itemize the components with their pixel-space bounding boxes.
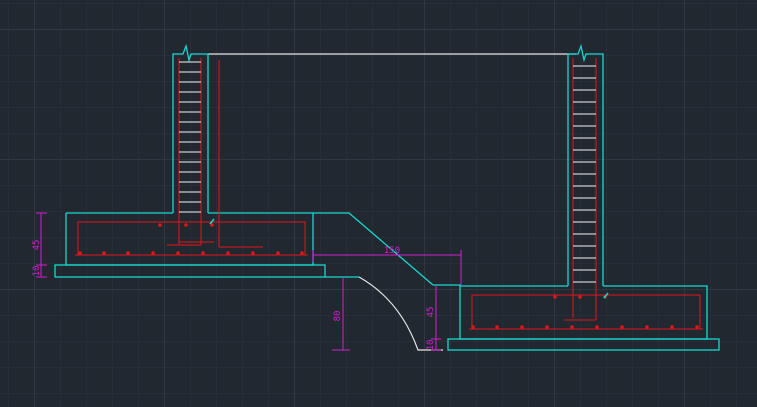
dim-slope-horizontal: 150 xyxy=(384,246,400,256)
dim-right-height: 45 xyxy=(426,307,436,318)
dim-depth: 80 xyxy=(333,311,343,322)
foundation-section-drawing: 45 10 150 80 45 10 xyxy=(32,43,720,351)
dim-left-height: 45 xyxy=(32,240,42,251)
left-footing-outline xyxy=(65,212,434,286)
dimension-lines xyxy=(36,212,462,351)
right-lean-concrete xyxy=(447,338,720,351)
left-rebar xyxy=(75,58,308,256)
left-wall-outline xyxy=(172,43,209,213)
left-rebar-dots xyxy=(78,223,304,255)
right-rebar xyxy=(469,58,703,330)
dim-right-base: 10 xyxy=(426,340,436,351)
right-footing-outline xyxy=(433,284,708,340)
left-stirrups xyxy=(179,61,201,213)
right-rebar-dots xyxy=(471,295,699,329)
right-stirrups xyxy=(573,65,596,283)
cad-drawing-viewport[interactable]: 45 10 150 80 45 10 xyxy=(0,0,757,407)
left-lean-concrete xyxy=(54,264,326,278)
left-footing xyxy=(54,43,434,286)
dim-left-base: 10 xyxy=(32,266,42,277)
dimension-labels: 45 10 150 80 45 10 xyxy=(32,240,436,351)
